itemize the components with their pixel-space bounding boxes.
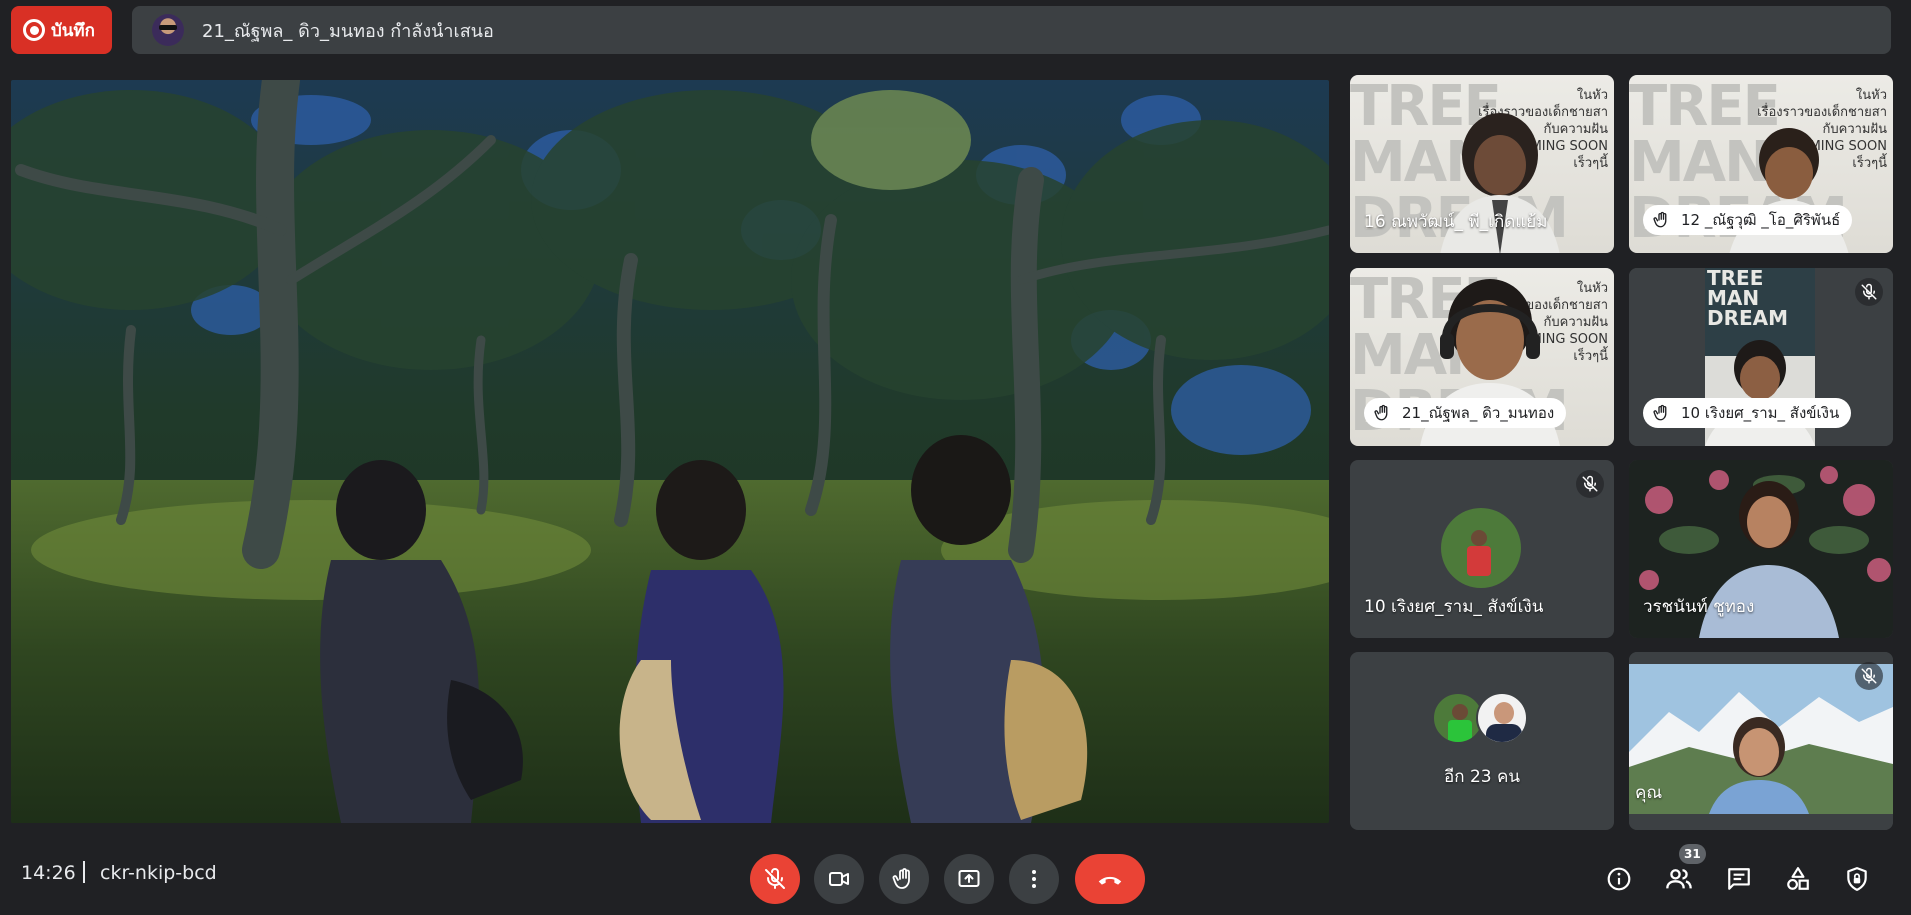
raise-hand-icon: [1653, 211, 1667, 228]
others-tile[interactable]: อีก 23 คน: [1350, 652, 1614, 830]
participant-name: วรชนันท์ ชูทอง: [1643, 597, 1755, 617]
participant-name-pill: 10 เริงยศ_ราม_ สังข์เงิน: [1643, 398, 1852, 428]
meeting-code: ckr-nkip-bcd: [100, 862, 217, 884]
hangup-icon: [1098, 876, 1122, 885]
participant-tile[interactable]: TREE MAN DREAM ในหัว เรื่องราวของเด็กชาย…: [1350, 75, 1614, 253]
participant-tile[interactable]: TREE MAN DREAM 10 เริงยศ_ราม_ สังข์เงิน: [1629, 268, 1893, 446]
top-bar: บันทึก 21_ณัฐพล_ ดิว_มนทอง กำลังนำเสนอ: [0, 0, 1911, 64]
clock: 14:26: [21, 862, 76, 884]
people-button[interactable]: [1662, 862, 1696, 896]
mic-off-indicator: [1576, 470, 1604, 498]
participant-name: 16 ณพวัฒน์_ พี_เกิดแย้ม: [1364, 212, 1548, 232]
participant-name: คุณ: [1635, 783, 1663, 803]
raise-hand-button[interactable]: [879, 854, 929, 904]
participant-video: [1629, 652, 1893, 830]
leave-call-button[interactable]: [1075, 854, 1145, 904]
participant-name: 10 เริงยศ_ราม_ สังข์เงิน: [1681, 404, 1840, 422]
mic-off-icon: [1861, 283, 1877, 300]
camera-button[interactable]: [814, 854, 864, 904]
raise-hand-icon: [1374, 404, 1388, 421]
chat-icon: [1728, 868, 1750, 890]
microphone-button[interactable]: [750, 854, 800, 904]
mic-off-icon: [765, 868, 785, 889]
participant-name: 12 _ณัฐวุฒิ _โอ_ศิริพันธ์: [1681, 211, 1841, 229]
chat-button[interactable]: [1722, 862, 1756, 896]
recording-button[interactable]: บันทึก: [11, 6, 112, 54]
present-screen-button[interactable]: [944, 854, 994, 904]
mic-off-indicator: [1855, 278, 1883, 306]
forest-scene-image: [11, 80, 1329, 823]
bottom-bar: 14:26 ckr-nkip-bcd 31: [0, 840, 1911, 915]
self-tile[interactable]: คุณ: [1629, 652, 1893, 830]
recording-label: บันทึก: [51, 20, 95, 41]
activities-button[interactable]: [1781, 862, 1815, 896]
poster-title: TREE MAN DREAM: [1707, 268, 1789, 330]
participant-name: 21_ณัฐพล_ ดิว_มนทอง: [1402, 404, 1555, 422]
present-icon: [958, 870, 980, 887]
record-icon: [23, 19, 45, 41]
participant-name: 10 เริงยศ_ราม_ สังข์เงิน: [1364, 597, 1544, 617]
participant-tile[interactable]: วรชนันท์ ชูทอง: [1629, 460, 1893, 638]
participant-name-pill: 12 _ณัฐวุฒิ _โอ_ศิริพันธ์: [1643, 205, 1853, 235]
presenter-text: 21_ณัฐพล_ ดิว_มนทอง กำลังนำเสนอ: [202, 20, 494, 42]
participant-tile[interactable]: TREE MAN DREAM ในหัว เรื่องราวของเด็กชาย…: [1629, 75, 1893, 253]
mic-off-icon: [1861, 667, 1877, 684]
activities-icon: [1787, 867, 1809, 890]
avatar: [1441, 508, 1521, 588]
presentation-stage[interactable]: [11, 80, 1329, 823]
divider: [83, 861, 85, 883]
others-count-label: อีก 23 คน: [1444, 767, 1520, 787]
more-options-button[interactable]: [1009, 854, 1059, 904]
camera-icon: [829, 872, 849, 886]
mic-off-indicator: [1855, 662, 1883, 690]
more-vert-icon: [1032, 870, 1036, 888]
participant-tile[interactable]: 10 เริงยศ_ราม_ สังข์เงิน: [1350, 460, 1614, 638]
participant-tile[interactable]: TREE MAN DREAM ในหัว เรื่องราวของเด็กชาย…: [1350, 268, 1614, 446]
meeting-details-button[interactable]: [1602, 862, 1636, 896]
info-icon: [1607, 867, 1631, 891]
avatar: [152, 14, 184, 46]
mic-off-icon: [1582, 475, 1598, 492]
participant-count-badge: 31: [1679, 844, 1706, 864]
avatar: [1476, 692, 1528, 744]
raise-hand-icon: [892, 868, 910, 889]
raise-hand-icon: [1653, 404, 1667, 421]
shield-lock-icon: [1847, 867, 1867, 891]
people-icon: [1666, 869, 1692, 889]
presenter-banner[interactable]: 21_ณัฐพล_ ดิว_มนทอง กำลังนำเสนอ: [132, 6, 1891, 54]
host-controls-button[interactable]: [1840, 862, 1874, 896]
participant-name-pill: 21_ณัฐพล_ ดิว_มนทอง: [1364, 398, 1567, 428]
